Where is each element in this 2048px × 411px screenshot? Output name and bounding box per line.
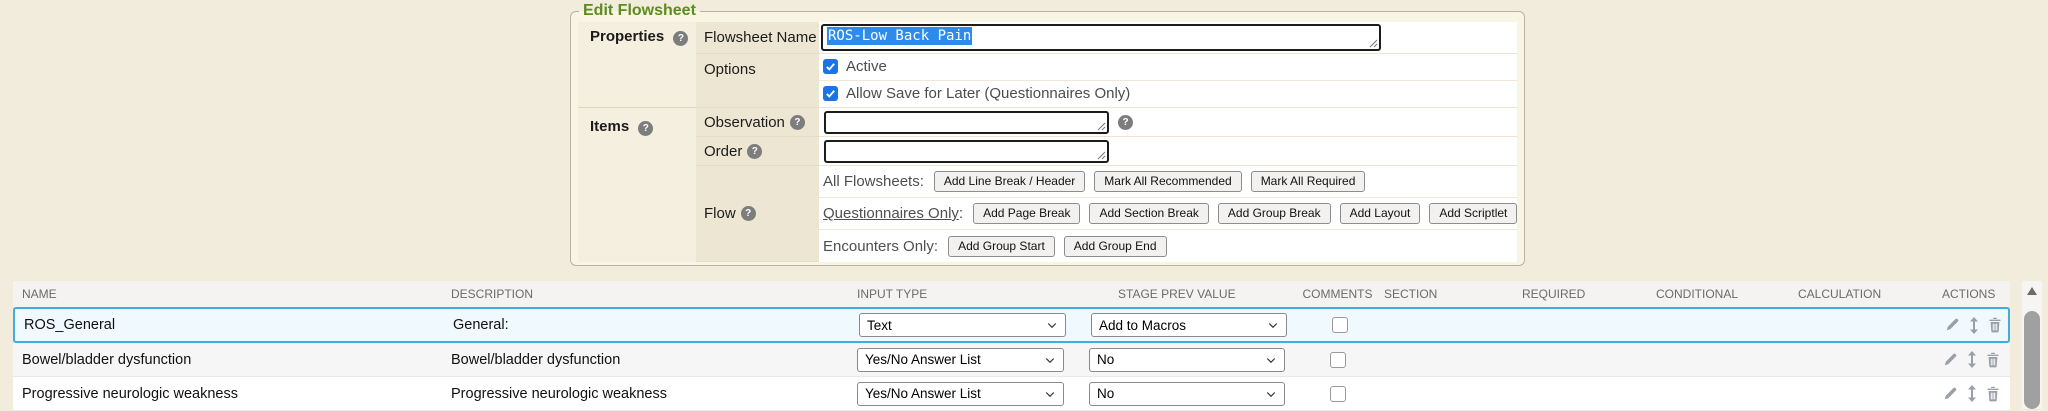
header-input-type: INPUT TYPE bbox=[845, 287, 1085, 301]
flow-row-all-flowsheets: All Flowsheets: Add Line Break / Header … bbox=[819, 166, 1517, 198]
add-group-start-button[interactable]: Add Group Start bbox=[948, 236, 1055, 257]
mark-all-required-button[interactable]: Mark All Required bbox=[1251, 171, 1366, 192]
header-conditional: CONDITIONAL bbox=[1655, 287, 1797, 301]
allow-save-later-checkbox-label[interactable]: Allow Save for Later (Questionnaires Onl… bbox=[846, 85, 1130, 102]
flowsheet-form: Properties ? Flowsheet Name ROS-Low Back… bbox=[578, 22, 1517, 262]
add-section-break-button[interactable]: Add Section Break bbox=[1089, 203, 1208, 224]
trash-icon[interactable] bbox=[1988, 317, 2002, 333]
page-title: Edit Flowsheet bbox=[579, 2, 700, 20]
observation-cell: ? bbox=[819, 108, 1517, 137]
flowsheet-name-value: ROS-Low Back Pain bbox=[827, 27, 972, 45]
input-type-select[interactable]: Text bbox=[859, 313, 1066, 337]
chevron-down-icon bbox=[1265, 354, 1277, 366]
resize-grip-icon[interactable] bbox=[1097, 122, 1106, 131]
resize-grip-icon[interactable] bbox=[1097, 151, 1106, 160]
flowsheet-name-input[interactable]: ROS-Low Back Pain bbox=[821, 24, 1381, 51]
options-label: Options bbox=[696, 54, 819, 108]
add-line-break-header-button[interactable]: Add Line Break / Header bbox=[934, 171, 1085, 192]
pencil-icon[interactable] bbox=[1944, 317, 1960, 333]
order-input[interactable] bbox=[824, 140, 1109, 163]
row-name: ROS_General bbox=[15, 317, 444, 333]
items-help-icon[interactable]: ? bbox=[638, 121, 653, 136]
header-name: NAME bbox=[13, 287, 442, 301]
row-description: Bowel/bladder dysfunction bbox=[442, 352, 845, 368]
pencil-icon[interactable] bbox=[1942, 352, 1958, 368]
stage-prev-value-select[interactable]: Add to Macros bbox=[1091, 313, 1287, 337]
section-items: Items ? bbox=[578, 108, 696, 262]
header-actions: ACTIONS bbox=[1941, 287, 2010, 301]
trash-icon[interactable] bbox=[1986, 386, 2000, 402]
add-layout-button[interactable]: Add Layout bbox=[1340, 203, 1421, 224]
edit-flowsheet-fieldset: Edit Flowsheet Properties ? Flowsheet Na… bbox=[570, 2, 1525, 266]
chevron-down-icon bbox=[1267, 319, 1279, 331]
items-table: NAME DESCRIPTION INPUT TYPE STAGE PREV V… bbox=[13, 281, 2010, 411]
order-help-icon[interactable]: ? bbox=[747, 144, 762, 159]
option-save-later-row: Allow Save for Later (Questionnaires Onl… bbox=[819, 81, 1517, 107]
flow-label: Flow ? bbox=[696, 166, 819, 262]
comments-checkbox[interactable] bbox=[1330, 352, 1346, 368]
add-page-break-button[interactable]: Add Page Break bbox=[973, 203, 1080, 224]
active-checkbox[interactable] bbox=[823, 59, 838, 74]
stage-prev-value-select[interactable]: No bbox=[1089, 348, 1285, 372]
chevron-down-icon bbox=[1046, 319, 1058, 331]
table-scrollbar[interactable] bbox=[2022, 281, 2042, 409]
observation-help-icon[interactable]: ? bbox=[790, 115, 805, 130]
trash-icon[interactable] bbox=[1986, 352, 2000, 368]
flowsheet-name-label: Flowsheet Name bbox=[696, 22, 819, 54]
flow-help-icon[interactable]: ? bbox=[741, 206, 756, 221]
mark-all-recommended-button[interactable]: Mark All Recommended bbox=[1094, 171, 1241, 192]
row-name: Progressive neurologic weakness bbox=[13, 386, 442, 402]
arrow-up-icon[interactable] bbox=[2022, 281, 2042, 300]
table-row[interactable]: Bowel/bladder dysfunction Bowel/bladder … bbox=[13, 343, 2010, 377]
row-description: General: bbox=[444, 317, 847, 333]
section-properties: Properties ? bbox=[578, 22, 696, 108]
resize-grip-icon[interactable] bbox=[1369, 39, 1378, 48]
observation-label: Observation ? bbox=[696, 108, 819, 137]
header-section: SECTION bbox=[1383, 287, 1521, 301]
chevron-down-icon bbox=[1044, 388, 1056, 400]
input-type-select[interactable]: Yes/No Answer List bbox=[857, 382, 1064, 406]
chevron-down-icon bbox=[1044, 354, 1056, 366]
add-group-break-button[interactable]: Add Group Break bbox=[1218, 203, 1331, 224]
header-calculation: CALCULATION bbox=[1797, 287, 1941, 301]
order-cell bbox=[819, 137, 1517, 166]
header-stage-prev-value: STAGE PREV VALUE bbox=[1085, 287, 1292, 301]
table-row[interactable]: Progressive neurologic weakness Progress… bbox=[13, 377, 2010, 411]
allow-save-later-checkbox[interactable] bbox=[823, 86, 838, 101]
row-description: Progressive neurologic weakness bbox=[442, 386, 845, 402]
input-type-select[interactable]: Yes/No Answer List bbox=[857, 348, 1064, 372]
flow-row-encounters-only: Encounters Only: Add Group Start Add Gro… bbox=[819, 230, 1517, 262]
move-vertical-icon[interactable] bbox=[1967, 385, 1977, 402]
chevron-down-icon bbox=[1265, 388, 1277, 400]
comments-checkbox[interactable] bbox=[1332, 317, 1348, 333]
add-scriptlet-button[interactable]: Add Scriptlet bbox=[1429, 203, 1517, 224]
section-properties-label: Properties bbox=[590, 28, 664, 45]
observation-value-help-icon[interactable]: ? bbox=[1118, 115, 1133, 130]
order-label: Order ? bbox=[696, 137, 819, 166]
properties-help-icon[interactable]: ? bbox=[673, 31, 688, 46]
flow-row-questionnaires-only: Questionnaires Only: Add Page Break Add … bbox=[819, 198, 1517, 230]
flowsheet-name-cell: ROS-Low Back Pain bbox=[819, 22, 1517, 54]
move-vertical-icon[interactable] bbox=[1967, 351, 1977, 368]
row-name: Bowel/bladder dysfunction bbox=[13, 352, 442, 368]
observation-input[interactable] bbox=[824, 111, 1109, 134]
items-table-header: NAME DESCRIPTION INPUT TYPE STAGE PREV V… bbox=[13, 281, 2010, 307]
active-checkbox-label[interactable]: Active bbox=[846, 58, 887, 75]
comments-checkbox[interactable] bbox=[1330, 386, 1346, 402]
pencil-icon[interactable] bbox=[1942, 386, 1958, 402]
scrollbar-thumb[interactable] bbox=[2024, 311, 2040, 409]
stage-prev-value-select[interactable]: No bbox=[1089, 382, 1285, 406]
header-required: REQUIRED bbox=[1521, 287, 1655, 301]
options-cell: Active Allow Save for Later (Questionnai… bbox=[819, 54, 1517, 108]
header-description: DESCRIPTION bbox=[442, 287, 845, 301]
option-active-row: Active bbox=[819, 54, 1517, 81]
section-items-label: Items bbox=[590, 118, 629, 135]
table-row[interactable]: ROS_General General: Text Add to Macros bbox=[13, 307, 2010, 343]
flow-cell: All Flowsheets: Add Line Break / Header … bbox=[819, 166, 1517, 262]
add-group-end-button[interactable]: Add Group End bbox=[1064, 236, 1167, 257]
header-comments: COMMENTS bbox=[1292, 287, 1383, 301]
move-vertical-icon[interactable] bbox=[1969, 317, 1979, 334]
